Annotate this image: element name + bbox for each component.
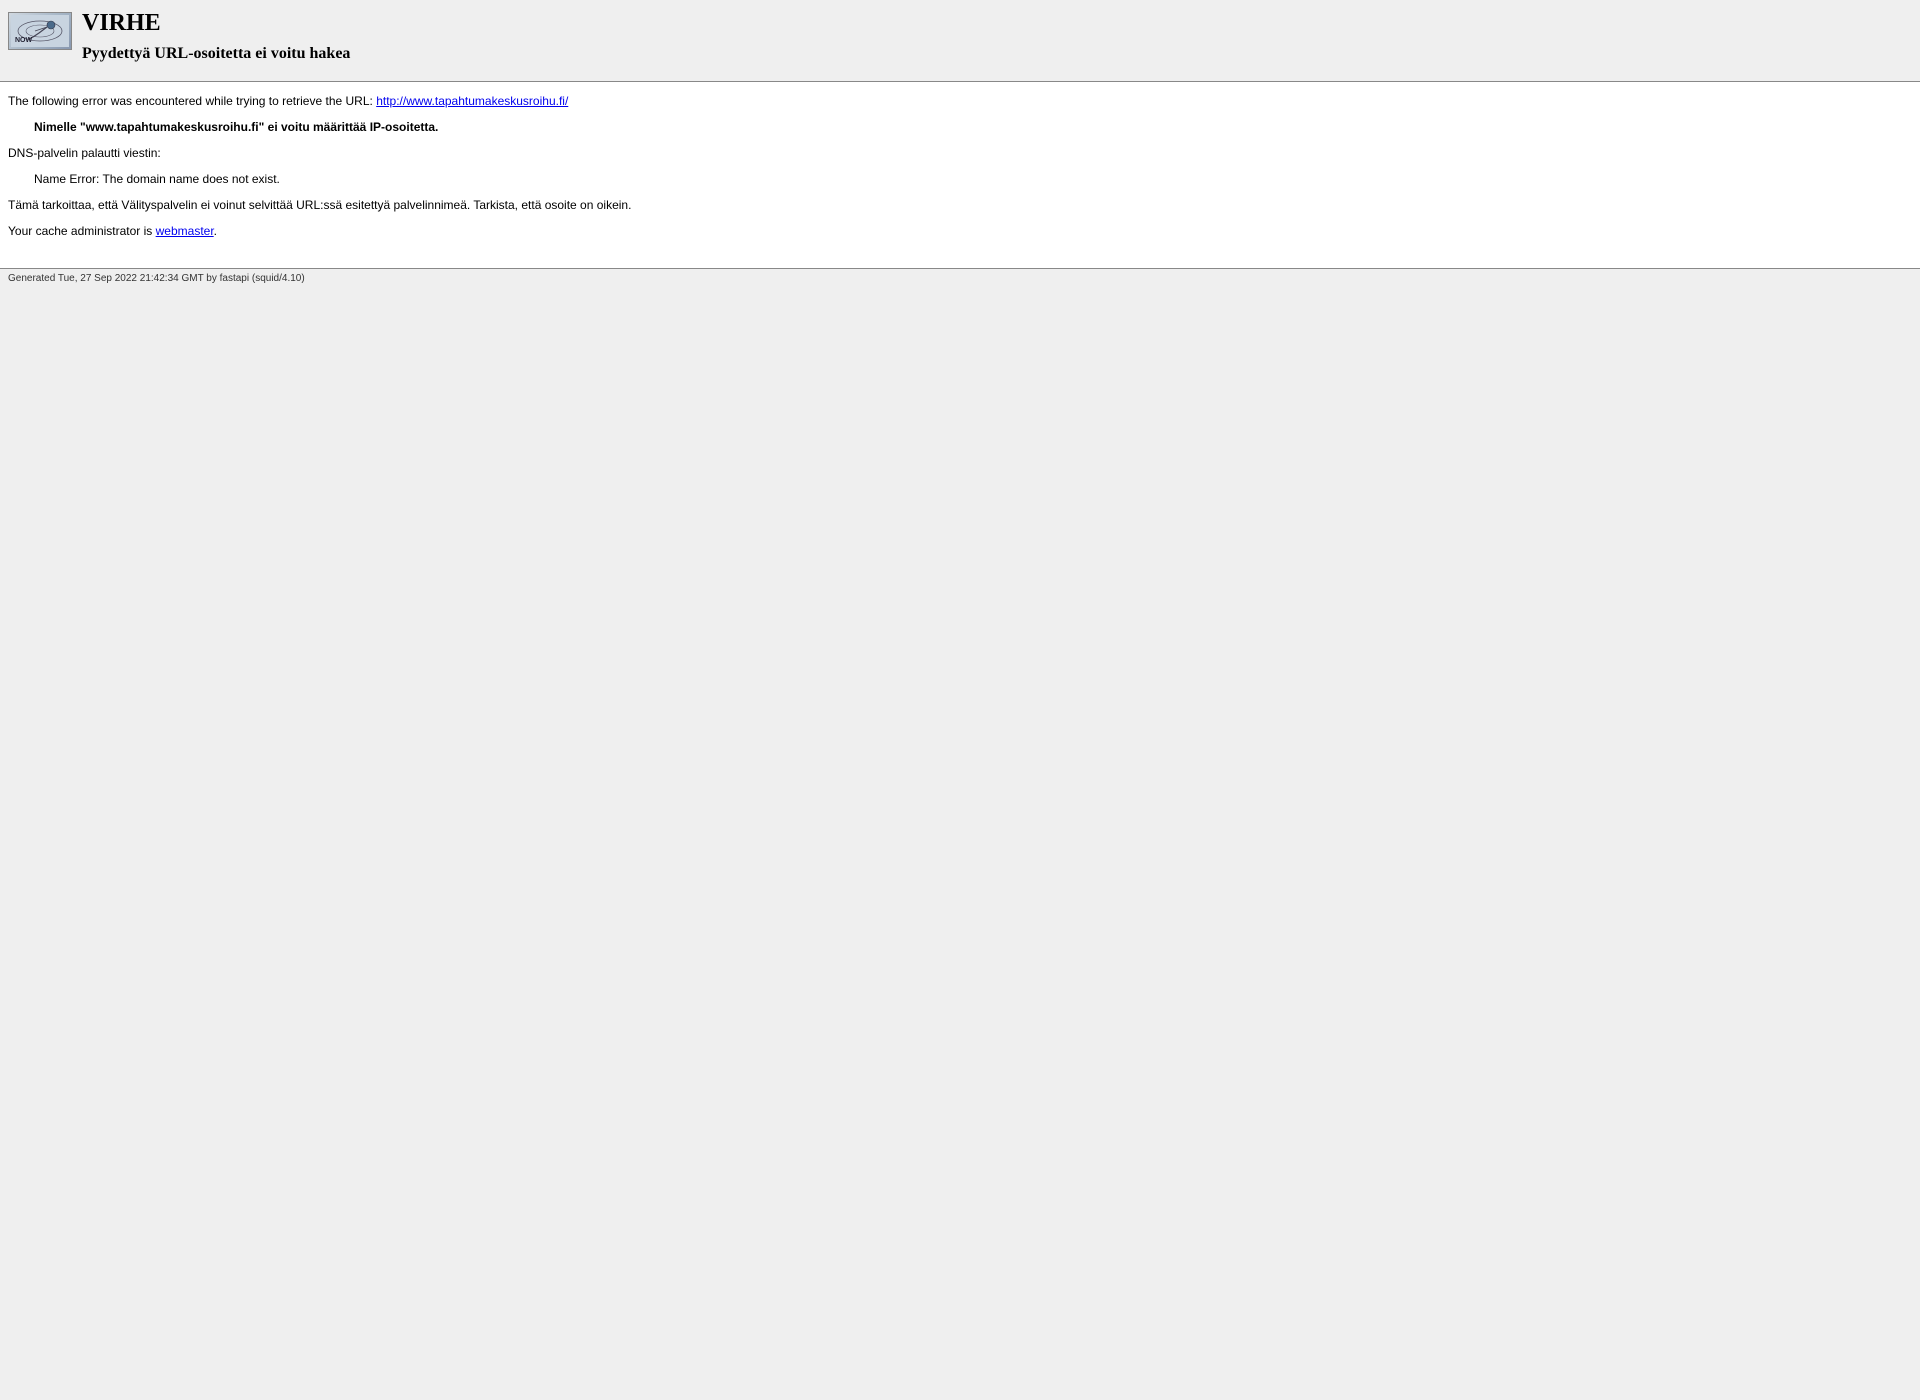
admin-prefix: Your cache administrator is xyxy=(8,224,156,238)
header-titles: VIRHE Pyydettyä URL-osoitetta ei voitu h… xyxy=(82,10,350,63)
svg-text:NOW: NOW xyxy=(15,37,33,44)
webmaster-link[interactable]: webmaster xyxy=(156,224,214,238)
error-header: NOW VIRHE Pyydettyä URL-osoitetta ei voi… xyxy=(0,0,1920,71)
error-title: VIRHE xyxy=(82,10,350,37)
generated-timestamp: Generated Tue, 27 Sep 2022 21:42:34 GMT … xyxy=(8,273,305,284)
error-subtitle: Pyydettyä URL-osoitetta ei voitu hakea xyxy=(82,45,350,63)
hostname-error-text: Nimelle "www.tapahtumakeskusroihu.fi" ei… xyxy=(34,120,438,134)
error-content: The following error was encountered whil… xyxy=(0,82,1920,268)
admin-line: Your cache administrator is webmaster. xyxy=(8,224,1912,238)
footer: Generated Tue, 27 Sep 2022 21:42:34 GMT … xyxy=(0,269,1920,288)
admin-suffix: . xyxy=(214,224,217,238)
dns-returned-label: DNS-palvelin palautti viestin: xyxy=(8,146,1912,160)
explanation-text: Tämä tarkoittaa, että Välityspalvelin ei… xyxy=(8,198,1912,212)
error-intro-line: The following error was encountered whil… xyxy=(8,94,1912,108)
failed-url-link[interactable]: http://www.tapahtumakeskusroihu.fi/ xyxy=(376,94,568,108)
dns-message: Name Error: The domain name does not exi… xyxy=(8,172,1912,186)
squid-now-icon: NOW xyxy=(8,12,72,50)
error-intro-text: The following error was encountered whil… xyxy=(8,94,376,108)
hostname-error-line: Nimelle "www.tapahtumakeskusroihu.fi" ei… xyxy=(8,120,1912,134)
